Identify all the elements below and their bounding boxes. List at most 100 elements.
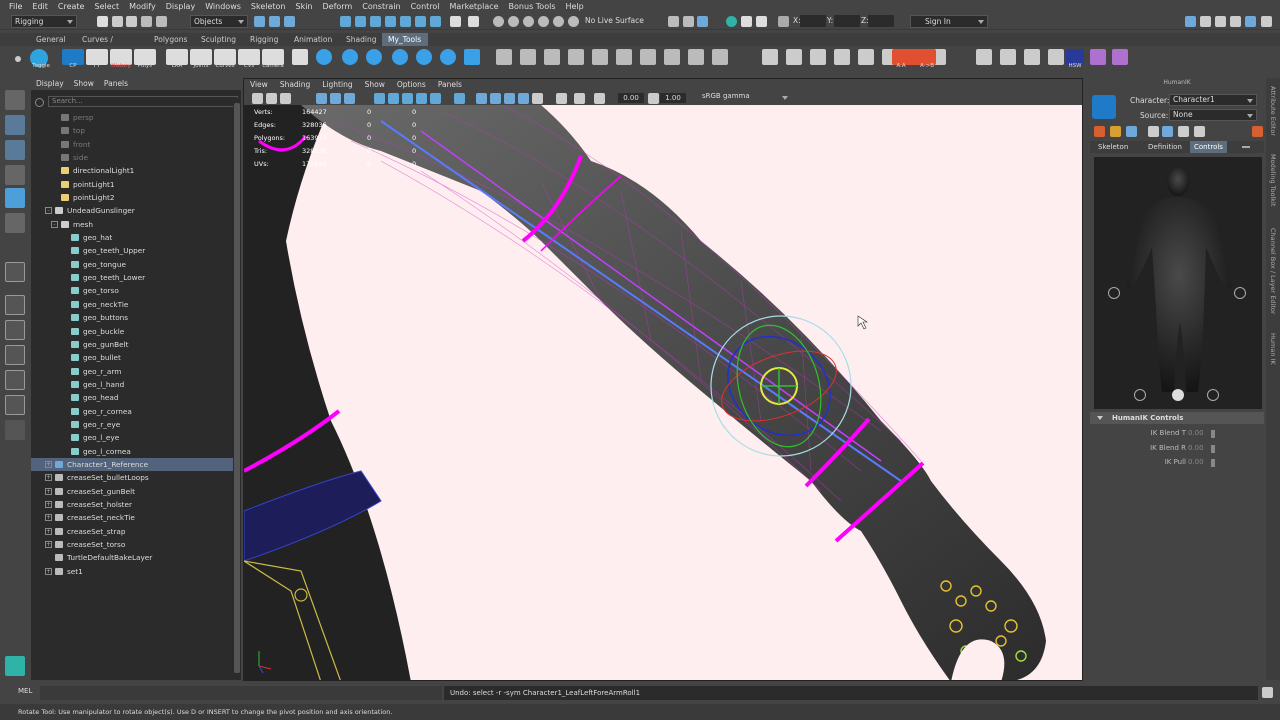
outliner-item-geo-torso[interactable]: geo_torso <box>31 284 241 297</box>
viewport-menu-shading[interactable]: Shading <box>274 79 316 91</box>
right-hand-effector-icon[interactable] <box>1234 287 1246 299</box>
remove-joint-icon[interactable] <box>640 49 656 65</box>
orient-joint-icon[interactable] <box>568 49 584 65</box>
snap-point-icon[interactable] <box>523 16 534 27</box>
outliner-item-creaseset-bulletloops[interactable]: + creaseSet_bulletLoops <box>31 471 241 484</box>
right-foot-effector-icon[interactable] <box>1207 389 1219 401</box>
textured-icon[interactable] <box>416 93 427 104</box>
expand-toggle-icon[interactable]: + <box>45 460 52 468</box>
exposure-icon[interactable] <box>594 93 605 104</box>
pose-editor-icon[interactable] <box>1048 49 1064 65</box>
y-field[interactable] <box>834 15 860 27</box>
expand-toggle-icon[interactable]: + <box>45 541 52 548</box>
paint-select-tool-icon[interactable] <box>5 140 25 160</box>
outliner-item-persp[interactable]: persp <box>31 111 241 124</box>
paint-weights-icon[interactable] <box>834 49 850 65</box>
shelf-tab-polygons[interactable]: Polygons <box>148 33 190 46</box>
humanik-tab-skeleton[interactable]: Skeleton <box>1094 141 1132 153</box>
hips-effector-icon[interactable] <box>1172 389 1184 401</box>
sign-in-dropdown[interactable]: Sign In <box>910 15 988 28</box>
camera-attributes-icon[interactable] <box>266 93 277 104</box>
smooth-shade-icon[interactable] <box>388 93 399 104</box>
connect-joint-icon[interactable] <box>664 49 680 65</box>
resolution-gate-icon[interactable] <box>344 93 355 104</box>
shelf-tab-my-tools[interactable]: My_Tools <box>382 33 428 46</box>
outliner-item-geo-r-eye[interactable]: geo_r_eye <box>31 418 241 431</box>
render-settings-icon[interactable] <box>756 16 767 27</box>
ik-spline-icon[interactable] <box>544 49 560 65</box>
gamma-icon[interactable] <box>648 93 659 104</box>
polygon-disc-icon[interactable] <box>440 49 456 65</box>
menu-skeleton[interactable]: Skeleton <box>246 0 291 13</box>
outliner-scroll-thumb[interactable] <box>234 103 240 673</box>
expand-toggle-icon[interactable]: + <box>45 487 52 495</box>
gamma-field[interactable]: 1.00 <box>660 93 686 103</box>
outliner-item-pointlight1[interactable]: pointLight1 <box>31 178 241 191</box>
tool-settings-icon[interactable] <box>1215 16 1226 27</box>
render-current-icon[interactable] <box>726 16 737 27</box>
shelf-menu-icon[interactable] <box>15 56 21 62</box>
shelf-tab-curves-surfaces[interactable]: Curves / Surfaces <box>76 33 142 57</box>
view-transform-dropdown[interactable]: sRGB gamma <box>699 92 791 103</box>
bookmarks-icon[interactable] <box>280 93 291 104</box>
select-by-joint-icon[interactable] <box>355 16 366 27</box>
shelf-tab-shading[interactable]: Shading <box>340 33 384 46</box>
shelf-tab-rigging[interactable]: Rigging <box>244 33 290 46</box>
character-silhouette[interactable] <box>1094 157 1262 409</box>
polygon-cylinder-icon[interactable] <box>366 49 382 65</box>
shelf-tab-general[interactable]: General <box>30 33 74 46</box>
expand-toggle-icon[interactable]: + <box>45 500 52 508</box>
pin-rotate-icon[interactable] <box>1148 126 1159 137</box>
source-dropdown[interactable]: None <box>1169 109 1257 121</box>
bind-skin-icon[interactable] <box>762 49 778 65</box>
outliner-toggle-icon[interactable] <box>1261 16 1272 27</box>
expand-toggle-icon[interactable]: + <box>45 474 52 482</box>
attribute-editor-tab[interactable]: Attribute Editor <box>1269 86 1277 136</box>
param-value-field[interactable]: 0.00 <box>1188 429 1204 437</box>
human-ik-tab[interactable]: Human IK <box>1269 333 1277 365</box>
insert-joint-icon[interactable] <box>592 49 608 65</box>
output-ops-icon[interactable] <box>683 16 694 27</box>
z-field[interactable] <box>868 15 894 27</box>
ipr-render-icon[interactable] <box>741 16 752 27</box>
channel-box-tab[interactable]: Channel Box / Layer Editor <box>1269 228 1277 315</box>
viewport-menu-show[interactable]: Show <box>359 79 391 91</box>
outliner-menu-show[interactable]: Show <box>69 78 99 90</box>
humanik-character-view[interactable] <box>1094 157 1262 409</box>
viewport-menu-options[interactable]: Options <box>391 79 432 91</box>
select-by-surface-icon[interactable] <box>385 16 396 27</box>
menu-marketplace[interactable]: Marketplace <box>445 0 504 13</box>
outliner-item-creaseset-strap[interactable]: + creaseSet_strap <box>31 525 241 538</box>
expand-toggle-icon[interactable]: + <box>45 527 52 535</box>
xray-joints-icon[interactable] <box>490 93 501 104</box>
menu-set-dropdown[interactable]: Rigging <box>11 15 77 28</box>
outliner-item-geo-bullet[interactable]: geo_bullet <box>31 351 241 364</box>
select-tool-icon[interactable] <box>5 90 25 110</box>
select-by-deformer-icon[interactable] <box>400 16 411 27</box>
viewport-menu-panels[interactable]: Panels <box>432 79 468 91</box>
expand-toggle-icon[interactable]: + <box>45 567 52 575</box>
modeling-toolkit-icon[interactable] <box>1185 16 1196 27</box>
make-live-icon[interactable] <box>568 16 579 27</box>
move-tool-icon[interactable] <box>5 165 25 185</box>
character-dropdown[interactable]: Character1 <box>1169 94 1257 106</box>
transform-fields-icon[interactable] <box>778 16 789 27</box>
select-camera-icon[interactable] <box>252 93 263 104</box>
viewport-menu-view[interactable]: View <box>244 79 274 91</box>
param-slider[interactable] <box>1211 430 1215 438</box>
collapse-arrow-icon[interactable] <box>1097 416 1103 420</box>
x-field[interactable] <box>800 15 826 27</box>
rigid-bind-icon[interactable] <box>810 49 826 65</box>
highlight-selection-icon[interactable] <box>468 16 479 27</box>
outliner-item-geo-hat[interactable]: geo_hat <box>31 231 241 244</box>
persp-outliner-layout-icon[interactable] <box>5 320 25 340</box>
polygon-plane-icon[interactable] <box>292 49 308 65</box>
outliner-item-geo-necktie[interactable]: geo_neckTie <box>31 298 241 311</box>
polygon-sphere-icon[interactable] <box>316 49 332 65</box>
full-body-key-icon[interactable] <box>1094 126 1105 137</box>
film-gate-icon[interactable] <box>330 93 341 104</box>
outliner-scrollbar[interactable] <box>233 98 241 680</box>
menu-select[interactable]: Select <box>89 0 124 13</box>
persp-graph-layout-icon[interactable] <box>5 345 25 365</box>
expand-toggle-icon[interactable]: - <box>45 207 52 215</box>
